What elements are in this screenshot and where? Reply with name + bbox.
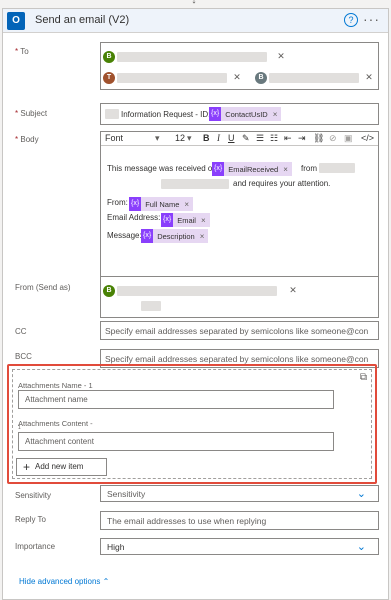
numbered-list-icon[interactable]: ☷ bbox=[270, 133, 278, 144]
cc-label: CC bbox=[15, 327, 27, 336]
body-editor[interactable]: Font ▾ 12 ▾ B I U ✎ ☰ ☷ ⇤ ⇥ ⛓ ⊘ ▣ </> Th… bbox=[100, 131, 379, 279]
bcc-label: BCC bbox=[15, 352, 32, 361]
from-send-as-field[interactable]: B ✕ bbox=[100, 276, 379, 318]
remove-token-icon[interactable]: × bbox=[200, 232, 205, 241]
reply-to-label: Reply To bbox=[15, 515, 46, 524]
attachment-name-input[interactable]: Attachment name bbox=[18, 390, 334, 409]
add-new-item-button[interactable]: + Add new item bbox=[16, 458, 107, 476]
action-title[interactable]: Send an email (V2) bbox=[35, 14, 129, 26]
sensitivity-select[interactable]: Sensitivity ⌄ bbox=[100, 485, 379, 502]
remove-token-icon[interactable]: × bbox=[273, 110, 278, 119]
hide-advanced-options-link[interactable]: Hide advanced options ⌃ bbox=[19, 577, 109, 586]
increase-indent-icon[interactable]: ⇥ bbox=[298, 133, 306, 144]
chevron-down-icon: ⌄ bbox=[356, 541, 366, 553]
image-icon[interactable]: ▣ bbox=[344, 133, 353, 144]
avatar: B bbox=[103, 285, 115, 298]
email-label-text: Email Address: bbox=[107, 213, 161, 222]
attachment-name-label: Attachments Name - 1 bbox=[18, 381, 93, 390]
font-select[interactable]: Font bbox=[105, 133, 123, 143]
recipient-chip[interactable]: T ✕ bbox=[103, 70, 241, 85]
subject-text: Information Request - ID: bbox=[121, 110, 211, 119]
attachment-content-label-index: 1 bbox=[18, 425, 21, 431]
cc-input[interactable]: Specify email addresses separated by sem… bbox=[100, 321, 379, 340]
rich-text-toolbar: Font ▾ 12 ▾ B I U ✎ ☰ ☷ ⇤ ⇥ ⛓ ⊘ ▣ </> bbox=[101, 132, 378, 146]
subject-field[interactable]: Information Request - ID: {x} ContactUsID… bbox=[100, 103, 379, 125]
attachment-content-input[interactable]: Attachment content bbox=[18, 432, 334, 451]
link-icon[interactable]: ⛓ bbox=[313, 133, 324, 144]
body-line1-text: This message was received on bbox=[107, 164, 217, 173]
plus-icon: + bbox=[23, 460, 31, 474]
help-icon[interactable]: ? bbox=[344, 13, 358, 27]
recipient-chip[interactable]: B ✕ bbox=[255, 70, 373, 85]
flow-arrow-icon: ↓ bbox=[191, 0, 197, 6]
sensitivity-label: Sensitivity bbox=[15, 491, 52, 500]
bold-icon[interactable]: B bbox=[203, 133, 210, 143]
italic-icon[interactable]: I bbox=[217, 133, 220, 143]
action-card: O Send an email (V2) ? ··· * To B ✕ T ✕ … bbox=[2, 8, 389, 600]
avatar: T bbox=[103, 72, 115, 85]
chevron-up-icon: ⌃ bbox=[102, 577, 110, 586]
avatar: B bbox=[255, 72, 267, 85]
reply-to-input[interactable]: The email addresses to use when replying bbox=[100, 511, 379, 530]
switch-to-array-icon[interactable]: ⧉ bbox=[360, 372, 367, 383]
chevron-down-icon[interactable]: ▾ bbox=[187, 133, 192, 144]
action-header[interactable]: O Send an email (V2) ? ··· bbox=[3, 9, 388, 33]
remove-token-icon[interactable]: × bbox=[201, 216, 206, 225]
remove-token-icon[interactable]: × bbox=[283, 165, 288, 174]
chevron-down-icon[interactable]: ▾ bbox=[155, 133, 160, 144]
highlight-icon[interactable]: ✎ bbox=[242, 133, 250, 144]
code-view-icon[interactable]: </> bbox=[361, 133, 374, 143]
unlink-icon[interactable]: ⊘ bbox=[329, 133, 337, 144]
remove-recipient-icon[interactable]: ✕ bbox=[365, 72, 373, 82]
from-send-as-label: From (Send as) bbox=[15, 283, 71, 292]
subject-token[interactable]: {x} ContactUsID × bbox=[209, 107, 282, 121]
outlook-icon: O bbox=[7, 12, 25, 30]
more-options-icon[interactable]: ··· bbox=[363, 11, 380, 27]
sender-chip[interactable]: B ✕ bbox=[103, 283, 297, 298]
remove-recipient-icon[interactable]: ✕ bbox=[233, 72, 241, 82]
attachment-content-label: Attachments Content - bbox=[18, 419, 93, 428]
subject-label: * Subject bbox=[15, 109, 48, 118]
full-name-token[interactable]: {x} Full Name × bbox=[129, 197, 194, 211]
remove-sender-icon[interactable]: ✕ bbox=[289, 285, 297, 295]
recipient-chip[interactable]: B ✕ bbox=[103, 49, 285, 64]
underline-icon[interactable]: U bbox=[228, 133, 235, 143]
bullet-list-icon[interactable]: ☰ bbox=[256, 133, 264, 144]
font-size-select[interactable]: 12 bbox=[175, 133, 185, 143]
body-line2-text: and requires your attention. bbox=[233, 179, 331, 188]
body-label: * Body bbox=[15, 135, 39, 144]
to-label: * To bbox=[15, 47, 29, 56]
importance-select[interactable]: High ⌄ bbox=[100, 538, 379, 555]
message-label-text: Message: bbox=[107, 231, 142, 240]
to-field[interactable]: B ✕ T ✕ B ✕ bbox=[100, 42, 379, 90]
remove-token-icon[interactable]: × bbox=[184, 200, 189, 209]
email-received-token[interactable]: {x} EmailReceived × bbox=[212, 162, 292, 176]
chevron-down-icon: ⌄ bbox=[356, 488, 366, 500]
avatar: B bbox=[103, 51, 115, 64]
email-token[interactable]: {x} Email × bbox=[161, 213, 210, 227]
from-label-text: From: bbox=[107, 198, 128, 207]
decrease-indent-icon[interactable]: ⇤ bbox=[284, 133, 292, 144]
description-token[interactable]: {x} Description × bbox=[141, 229, 209, 243]
importance-label: Importance bbox=[15, 542, 56, 551]
remove-recipient-icon[interactable]: ✕ bbox=[277, 51, 285, 61]
body-line1-suffix: from bbox=[301, 164, 317, 173]
